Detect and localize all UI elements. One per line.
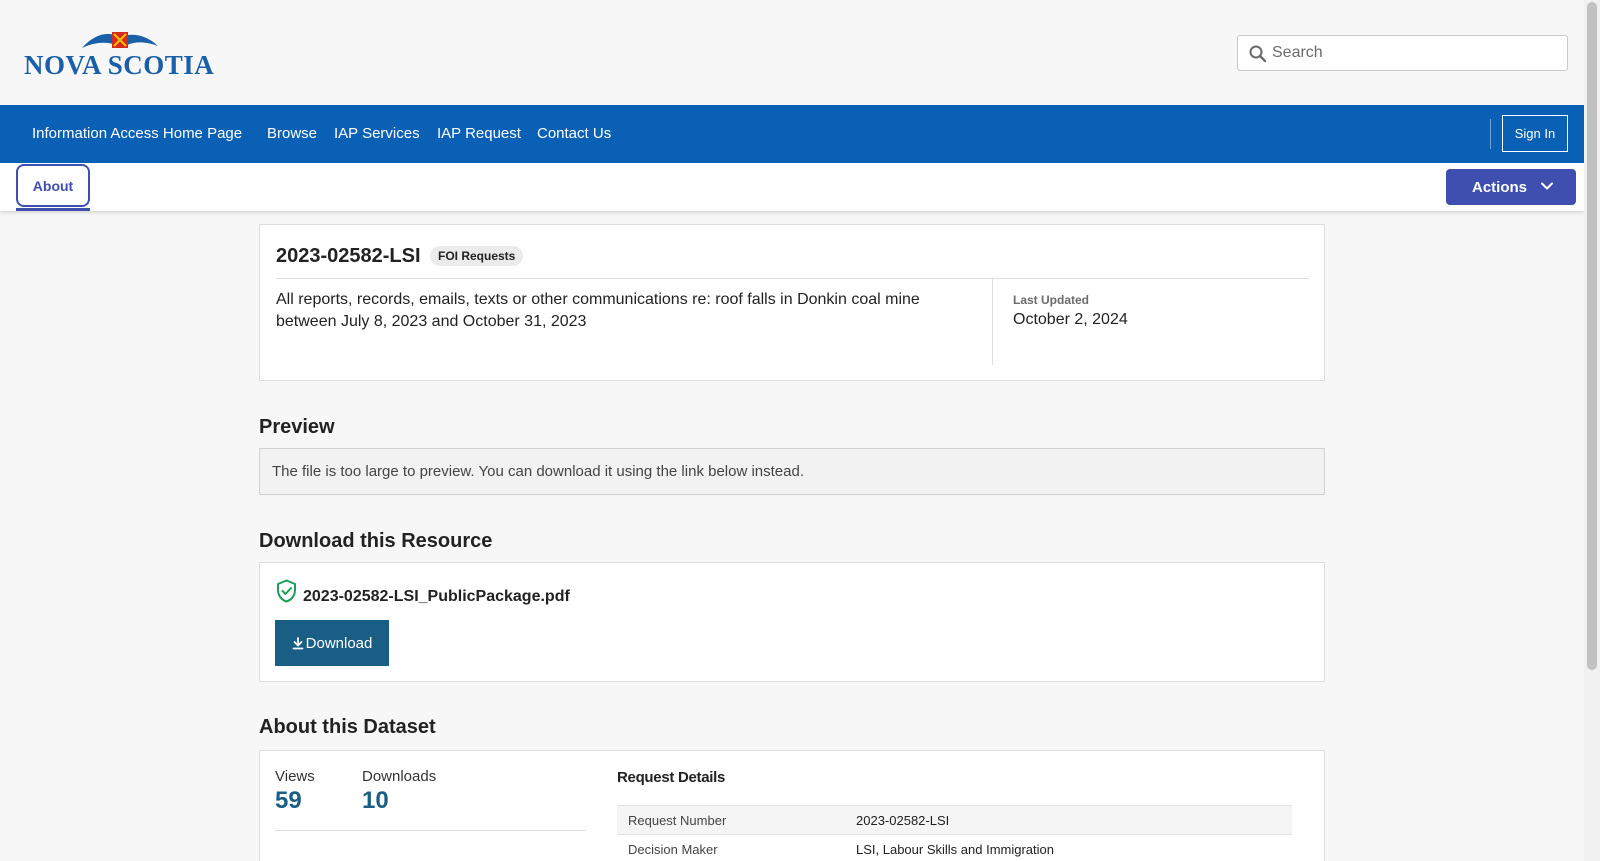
scrollbar-thumb[interactable] bbox=[1587, 2, 1597, 670]
nav-item-browse[interactable]: Browse bbox=[267, 125, 317, 142]
decision-maker-value: LSI, Labour Skills and Immigration bbox=[856, 842, 1054, 857]
page-scrollbar[interactable] bbox=[1584, 0, 1600, 861]
about-dataset-card: Views 59 Downloads 10 Request Details Re… bbox=[259, 750, 1325, 861]
table-row: Request Number 2023-02582-LSI bbox=[617, 805, 1292, 834]
nav-item-iap-services[interactable]: IAP Services bbox=[334, 125, 420, 142]
last-updated-label: Last Updated bbox=[1013, 293, 1090, 307]
request-number-label: Request Number bbox=[628, 813, 727, 828]
preview-message: The file is too large to preview. You ca… bbox=[272, 463, 805, 480]
nav-item-contact-us[interactable]: Contact Us bbox=[537, 125, 611, 142]
download-heading: Download this Resource bbox=[259, 530, 493, 552]
page-title: 2023-02582-LSI bbox=[276, 245, 421, 267]
download-button[interactable]: Download bbox=[275, 620, 389, 666]
tab-about-indicator bbox=[16, 208, 90, 211]
nav-divider bbox=[1490, 119, 1491, 149]
stats-divider bbox=[275, 830, 586, 831]
tab-about[interactable]: About bbox=[16, 164, 90, 207]
views-count: 59 bbox=[275, 787, 302, 814]
search-icon bbox=[1249, 45, 1267, 63]
search-input[interactable] bbox=[1272, 36, 1562, 70]
main-nav: Information Access Home Page Browse IAP … bbox=[0, 105, 1584, 163]
downloads-count: 10 bbox=[362, 787, 389, 814]
nova-scotia-logo[interactable]: NOVA SCOTIA bbox=[24, 26, 214, 80]
actions-button[interactable]: Actions bbox=[1446, 169, 1576, 205]
sign-in-button[interactable]: Sign In bbox=[1502, 115, 1568, 152]
request-details-table: Request Number 2023-02582-LSI Decision M… bbox=[617, 805, 1292, 861]
download-icon bbox=[292, 636, 304, 649]
last-updated-value: October 2, 2024 bbox=[1013, 311, 1128, 328]
verified-shield-icon bbox=[277, 579, 296, 603]
site-header: NOVA SCOTIA bbox=[0, 0, 1584, 105]
download-card: 2023-02582-LSI_PublicPackage.pdf Downloa… bbox=[259, 562, 1325, 682]
page-subnav: About Actions bbox=[0, 163, 1584, 211]
preview-heading: Preview bbox=[259, 416, 335, 438]
summary-divider bbox=[992, 279, 993, 365]
decision-maker-label: Decision Maker bbox=[628, 842, 718, 857]
dataset-summary-card: 2023-02582-LSI FOI Requests All reports,… bbox=[259, 224, 1325, 381]
resource-filename: 2023-02582-LSI_PublicPackage.pdf bbox=[303, 588, 570, 605]
logo-wordmark: NOVA SCOTIA bbox=[24, 50, 215, 80]
about-dataset-heading: About this Dataset bbox=[259, 716, 436, 738]
views-label: Views bbox=[275, 768, 315, 785]
download-label: Download bbox=[305, 634, 373, 652]
preview-panel: The file is too large to preview. You ca… bbox=[259, 448, 1325, 495]
request-details-title: Request Details bbox=[617, 769, 726, 786]
category-badge[interactable]: FOI Requests bbox=[430, 246, 524, 266]
search-box[interactable] bbox=[1237, 35, 1568, 71]
table-row: Decision Maker LSI, Labour Skills and Im… bbox=[617, 834, 1292, 861]
actions-label: Actions bbox=[1472, 178, 1528, 196]
downloads-label: Downloads bbox=[362, 768, 437, 785]
nav-item-information-access-home[interactable]: Information Access Home Page bbox=[32, 125, 242, 142]
dataset-description: All reports, records, emails, texts or o… bbox=[276, 291, 920, 330]
chevron-down-icon bbox=[1541, 182, 1553, 190]
request-number-value: 2023-02582-LSI bbox=[856, 813, 950, 828]
nav-item-iap-request[interactable]: IAP Request bbox=[437, 125, 521, 142]
title-divider bbox=[276, 278, 1309, 279]
